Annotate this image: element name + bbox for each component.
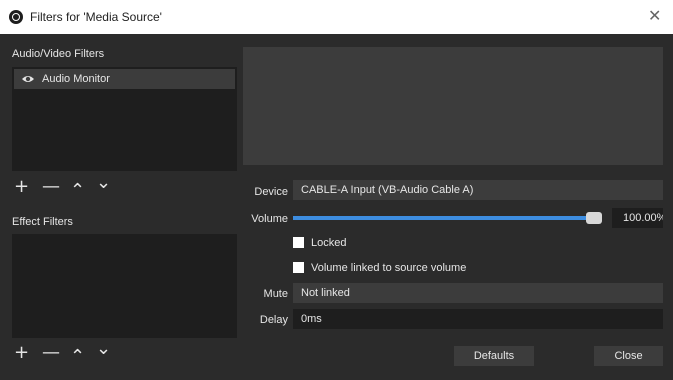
obs-logo-icon	[9, 10, 23, 24]
volume-slider-handle[interactable]	[586, 212, 602, 224]
defaults-button[interactable]: Defaults	[454, 346, 534, 366]
effect-move-down-button[interactable]: ⌄	[96, 340, 111, 358]
mute-select[interactable]: Not linked	[293, 283, 663, 303]
av-filters-header: Audio/Video Filters	[12, 48, 105, 60]
filters-dialog: Audio/Video Filters Audio Monitor + — ⌃ …	[0, 34, 673, 380]
add-effect-button[interactable]: +	[14, 344, 29, 362]
eye-icon[interactable]	[21, 74, 35, 84]
volume-slider[interactable]	[293, 212, 602, 224]
av-filters-list[interactable]: Audio Monitor	[12, 67, 237, 171]
move-down-button[interactable]: ⌄	[96, 174, 111, 192]
list-item[interactable]: Audio Monitor	[14, 69, 235, 89]
volume-linked-checkbox[interactable]	[293, 262, 304, 273]
volume-label: Volume	[251, 213, 288, 225]
move-up-button[interactable]: ⌃	[70, 182, 85, 200]
effect-filters-list[interactable]	[12, 234, 237, 338]
device-label: Device	[254, 186, 288, 198]
volume-linked-label: Volume linked to source volume	[311, 262, 467, 274]
filter-label: Audio Monitor	[42, 73, 110, 85]
locked-label: Locked	[311, 237, 347, 249]
filter-preview	[243, 47, 663, 165]
delay-input[interactable]: 0ms	[293, 309, 663, 329]
mute-label: Mute	[263, 288, 288, 300]
volume-slider-fill	[293, 216, 594, 220]
add-filter-button[interactable]: +	[14, 178, 29, 196]
window-title: Filters for 'Media Source'	[30, 10, 162, 24]
delay-label: Delay	[259, 314, 288, 326]
close-window-icon[interactable]: ✕	[648, 6, 661, 25]
remove-effect-button[interactable]: —	[42, 344, 60, 362]
close-button[interactable]: Close	[594, 346, 663, 366]
locked-checkbox[interactable]	[293, 237, 304, 248]
effect-move-up-button[interactable]: ⌃	[70, 348, 85, 366]
remove-filter-button[interactable]: —	[42, 178, 60, 196]
device-select[interactable]: CABLE-A Input (VB-Audio Cable A)	[293, 180, 663, 200]
effect-filters-header: Effect Filters	[12, 216, 73, 228]
title-bar: Filters for 'Media Source' ✕	[0, 0, 673, 34]
volume-spinbox[interactable]: 100.00%	[612, 208, 663, 228]
